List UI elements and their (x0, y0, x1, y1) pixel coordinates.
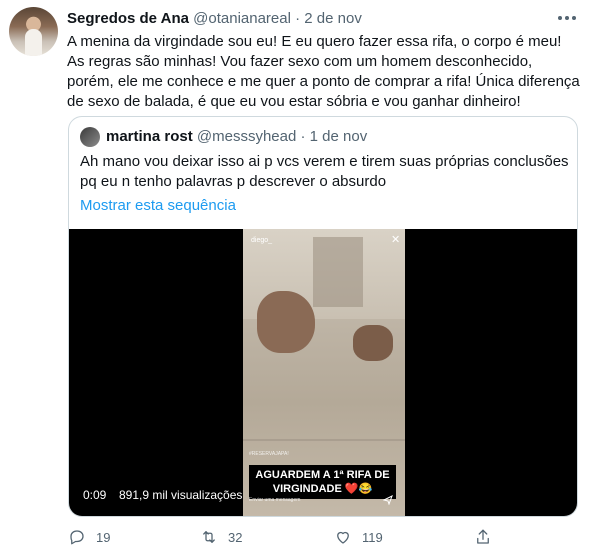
video-player[interactable]: diego_ ✕ #RESERVAJAPA! AGUARDEM A 1ª RIF… (69, 229, 577, 516)
like-button[interactable]: 119 (334, 527, 383, 547)
share-button[interactable] (474, 527, 492, 547)
tweet-text: A menina da virgindade sou eu! E eu quer… (67, 33, 580, 110)
quoted-author-handle: @messsyhead (196, 128, 297, 145)
like-icon (337, 531, 349, 544)
story-watermark: #RESERVAJAPA! (249, 451, 289, 457)
author-avatar[interactable] (9, 7, 58, 56)
quoted-author-avatar (80, 127, 100, 147)
story-send-prompt: Enviar uma mensagem (249, 497, 301, 503)
author-handle[interactable]: @otanianareal (193, 10, 291, 27)
video-views: 891,9 mil visualizações (119, 488, 243, 502)
share-icon (477, 529, 489, 544)
send-icon (383, 495, 393, 505)
action-bar: 19 32 119 (68, 527, 578, 547)
video-frame: diego_ ✕ #RESERVAJAPA! AGUARDEM A 1ª RIF… (243, 229, 405, 516)
retweet-icon (203, 531, 215, 543)
person-figure (257, 291, 315, 353)
tweet-header: Segredos de Ana @otanianareal · 2 de nov (67, 9, 362, 29)
retweet-count: 32 (228, 529, 243, 545)
reply-button[interactable]: 19 (68, 527, 110, 547)
reply-count: 19 (96, 529, 111, 545)
retweet-button[interactable]: 32 (200, 527, 242, 547)
tweet[interactable]: Segredos de Ana @otanianareal · 2 de nov… (0, 0, 591, 555)
story-caption: AGUARDEM A 1ª RIFA DE VIRGINDADE ❤️😂 (249, 465, 396, 499)
quoted-separator: · (300, 128, 306, 145)
story-close-icon: ✕ (391, 234, 401, 246)
quoted-header: martina rost @messsyhead · 1 de nov (106, 128, 367, 146)
tweet-date[interactable]: 2 de nov (304, 10, 362, 27)
separator: · (295, 10, 301, 27)
reply-icon (70, 530, 84, 545)
more-options-icon[interactable] (558, 14, 578, 22)
like-count: 119 (362, 529, 383, 545)
dog-figure (353, 325, 393, 361)
quoted-date: 1 de nov (309, 128, 368, 145)
quoted-tweet[interactable]: martina rost @messsyhead · 1 de nov Ah m… (68, 116, 578, 517)
quoted-text: Ah mano vou deixar isso ai p vcs verem e… (80, 153, 569, 190)
video-time: 0:09 (83, 488, 107, 502)
show-thread-link[interactable]: Mostrar esta sequência (80, 196, 236, 216)
author-name[interactable]: Segredos de Ana (67, 10, 189, 27)
story-username: diego_ (251, 237, 273, 244)
quoted-author-name: martina rost (106, 128, 193, 145)
